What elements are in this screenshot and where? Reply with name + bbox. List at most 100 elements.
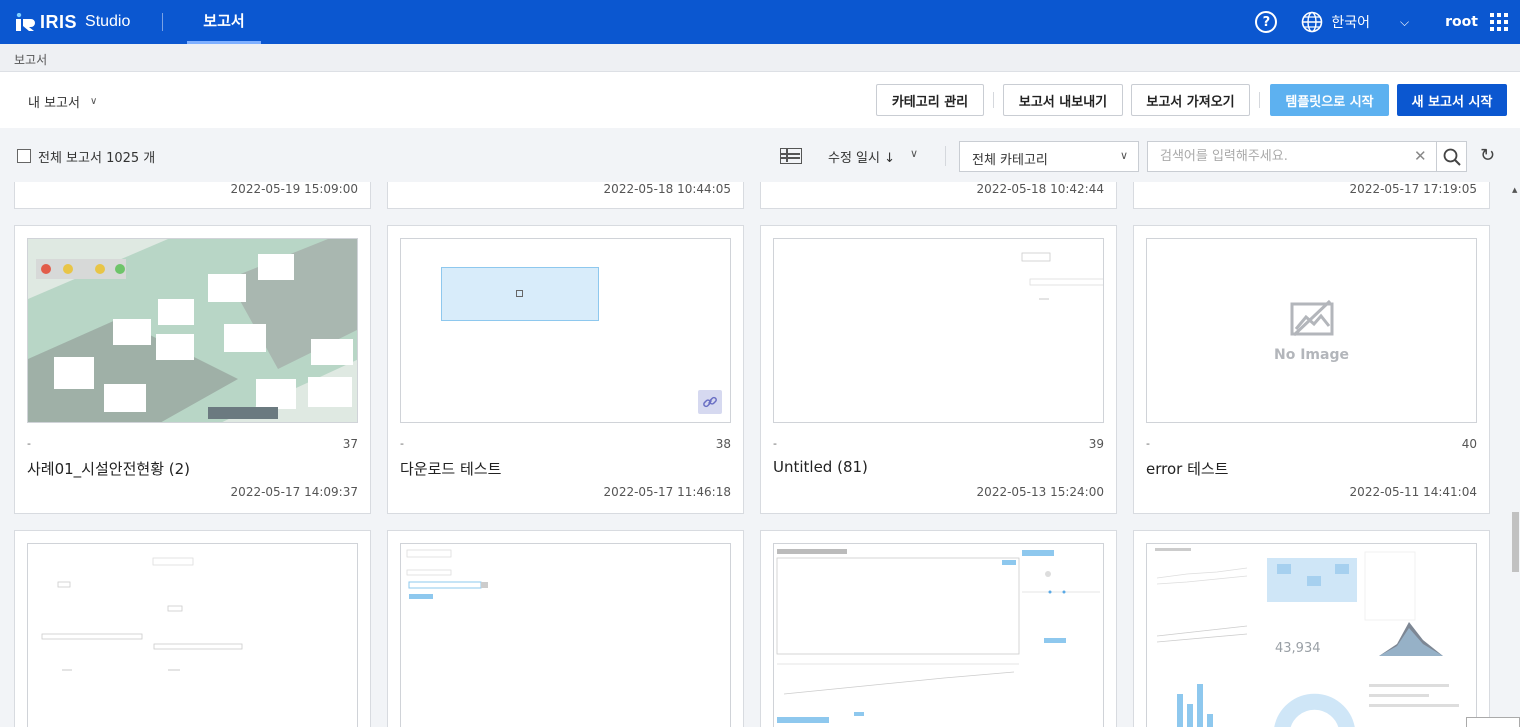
divider [1259,92,1260,108]
question-circle-icon[interactable]: ? [1255,11,1278,33]
chevron-down-icon: ∨ [1119,149,1128,162]
link-icon[interactable] [698,390,722,414]
report-toolbar: 내 보고서 ∨ 카테고리 관리 보고서 내보내기 보고서 가져오기 템플릿으로 … [0,72,1520,128]
card-category: - [27,437,31,450]
report-grid: 2022-05-19 15:09:00 2022-05-18 10:44:05 … [0,182,1510,727]
card-number: 39 [1088,437,1104,451]
divider [993,92,994,108]
card-number: 38 [715,437,731,451]
top-navigation-bar: IRIS Studio 보고서 ? 한국어 ⌵ root [0,0,1520,44]
card-category: - [773,437,777,450]
divider [162,13,164,31]
sparse-report-thumbnail [1021,252,1103,300]
vertical-scrollbar[interactable]: ▲ [1510,182,1520,727]
factory-dashboard-thumbnail [28,239,357,422]
card-date: 2022-05-17 14:09:37 [230,485,358,499]
category-manage-button[interactable]: 카테고리 관리 [876,84,984,116]
thumbnail-box-icon [516,290,523,297]
dashboard-report-thumbnail: 43,934 [1155,548,1459,727]
report-card[interactable]: - 39 Untitled (81) 2022-05-13 15:24:00 [760,225,1117,514]
chevron-down-icon[interactable]: ∨ [910,147,918,160]
filter-bar: 전체 보고서 1025 개 수정 일시 ↓ ∨ 전체 카테고리 ∨ ✕ ↻ [0,128,1520,182]
close-icon[interactable]: ✕ [1414,147,1427,165]
card-date: 2022-05-13 15:24:00 [976,485,1104,499]
thumbnail-box [441,267,599,321]
card-title[interactable]: Untitled (81) [773,458,868,476]
breadcrumb: 보고서 [0,44,1520,72]
report-thumbnail [27,543,358,727]
report-card[interactable]: 2022-05-17 17:19:05 [1133,182,1490,209]
refresh-icon[interactable]: ↻ [1480,145,1495,166]
card-title[interactable]: 사례01_시설안전현황 (2) [27,458,190,479]
top-right-controls: ? 한국어 ⌵ root [1255,0,1520,44]
logo[interactable]: IRIS Studio [16,0,130,44]
report-card[interactable]: - 38 다운로드 테스트 2022-05-17 11:46:18 [387,225,744,514]
import-report-button[interactable]: 보고서 가져오기 [1131,84,1250,116]
card-date: 2022-05-17 11:46:18 [603,485,731,499]
tab-reports[interactable]: 보고서 [187,0,261,44]
card-date: 2022-05-11 14:41:04 [1349,485,1477,499]
search-icon [1443,148,1461,166]
report-card[interactable]: - 37 사례01_시설안전현황 (2) 2022-05-17 14:09:37 [14,225,371,514]
kpi-value: 43,934 [1275,641,1321,656]
card-number: 37 [342,437,358,451]
card-date: 2022-05-17 17:19:05 [1349,182,1477,196]
scope-dropdown[interactable]: 내 보고서 ∨ [28,92,97,111]
report-card[interactable]: 43,934 [1133,530,1490,727]
report-thumbnail [27,238,358,423]
chevron-down-icon: ∨ [89,96,98,107]
report-card[interactable]: No Image - 40 error 테스트 2022-05-11 14:41… [1133,225,1490,514]
search-button[interactable] [1436,142,1467,171]
chart-report-thumbnail [776,549,1100,723]
divider [945,146,946,166]
report-card[interactable] [14,530,371,727]
report-card[interactable] [387,530,744,727]
card-date: 2022-05-18 10:44:05 [603,182,731,196]
no-image-text: No Image [1274,346,1349,363]
report-card[interactable]: 2022-05-19 15:09:00 [14,182,371,209]
report-thumbnail [773,543,1104,727]
card-title[interactable]: 다운로드 테스트 [400,458,501,479]
report-thumbnail [400,543,731,727]
input-report-thumbnail [406,549,488,599]
scrollbar-thumb[interactable] [1512,512,1519,572]
list-view-icon[interactable] [780,148,802,164]
report-thumbnail [773,238,1104,423]
chevron-down-icon: ⌵ [1400,14,1410,29]
language-selector[interactable]: 한국어 ⌵ [1301,11,1409,33]
globe-icon [1302,11,1323,33]
no-image-placeholder: No Image [1147,239,1476,422]
total-report-count: 전체 보고서 1025 개 [38,151,156,166]
card-date: 2022-05-19 15:09:00 [230,182,358,196]
language-label: 한국어 [1331,15,1371,31]
select-all-checkbox[interactable] [17,149,31,163]
report-card[interactable]: 2022-05-18 10:44:05 [387,182,744,209]
category-select-value: 전체 카테고리 [972,153,1048,168]
new-report-button[interactable]: 새 보고서 시작 [1397,84,1507,116]
export-report-button[interactable]: 보고서 내보내기 [1003,84,1123,116]
apps-grid-icon[interactable] [1490,13,1508,31]
category-select[interactable]: 전체 카테고리 ∨ [959,141,1139,172]
card-category: - [1146,437,1150,450]
report-thumbnail: 43,934 [1146,543,1477,727]
scope-label: 내 보고서 [28,96,80,111]
report-thumbnail [400,238,731,423]
search-box: ✕ [1147,141,1467,172]
sort-selector[interactable]: 수정 일시 ↓ [828,147,895,166]
corner-widget[interactable] [1466,717,1520,727]
card-number: 40 [1461,437,1477,451]
card-date: 2022-05-18 10:42:44 [976,182,1104,196]
scroll-up-arrow-icon[interactable]: ▲ [1512,186,1517,194]
report-card[interactable] [760,530,1117,727]
report-thumbnail: No Image [1146,238,1477,423]
card-category: - [400,437,404,450]
report-card[interactable]: 2022-05-18 10:42:44 [760,182,1117,209]
card-title[interactable]: error 테스트 [1146,458,1228,479]
brand-studio: Studio [85,13,131,30]
user-name[interactable]: root [1445,14,1478,30]
search-input[interactable] [1148,142,1410,171]
brand-name: IRIS [40,11,78,32]
start-from-template-button[interactable]: 템플릿으로 시작 [1270,84,1389,116]
image-placeholder-icon [1290,299,1333,336]
iris-logo-icon [16,12,36,31]
